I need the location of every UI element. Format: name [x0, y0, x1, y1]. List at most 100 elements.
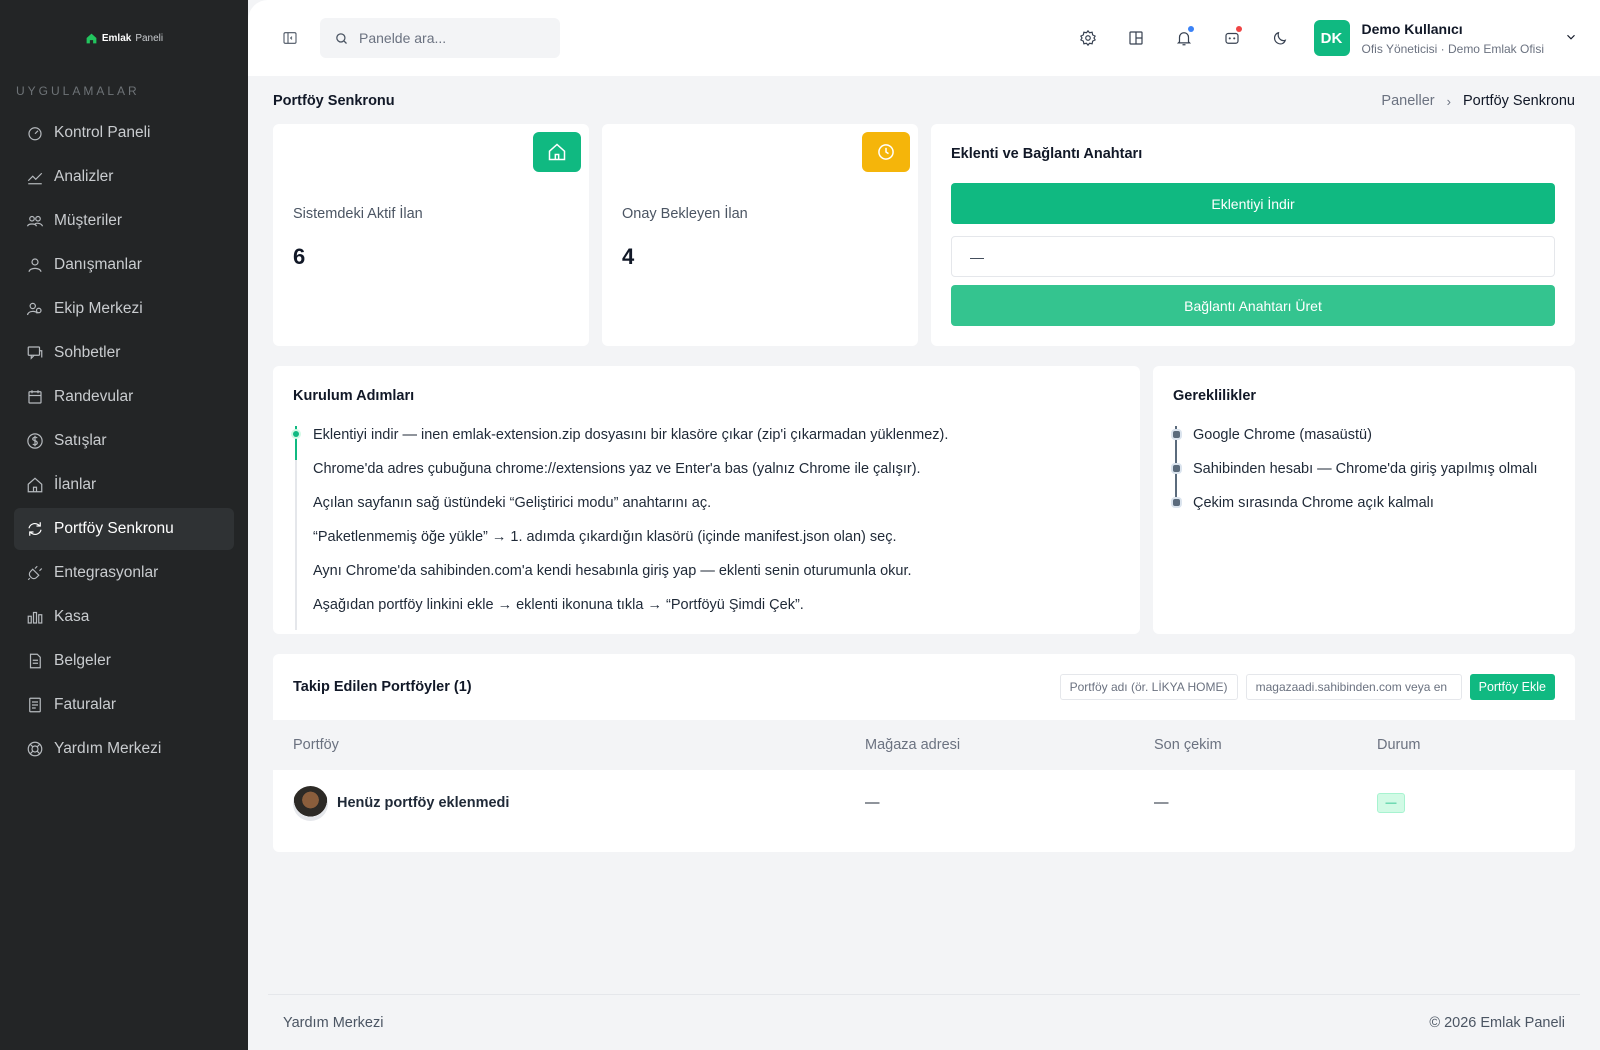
sidebar-item-entegrasyonlar[interactable]: Entegrasyonlar — [14, 552, 234, 594]
sidebar-item-label: Yardım Merkezi — [54, 740, 162, 757]
add-portfolio-form: Portföy Ekle — [1059, 674, 1555, 700]
brand-logo[interactable]: Emlak Paneli — [0, 0, 248, 76]
calendar-icon — [26, 388, 44, 406]
list-item: Sahibinden hesabı — Chrome'da giriş yapı… — [1173, 460, 1555, 494]
clock-icon — [878, 144, 894, 160]
portfolio-name: Henüz portföy eklenmedi — [337, 795, 510, 811]
user-icon — [26, 256, 44, 274]
last-fetch-cell: — — [1154, 795, 1169, 811]
layout-icon — [1128, 31, 1143, 45]
sidebar-item-randevular[interactable]: Randevular — [14, 376, 234, 418]
status-badge: — — [1377, 793, 1405, 813]
list-item: Aynı Chrome'da sahibinden.com'a kendi he… — [293, 562, 1120, 596]
sidebar-item-analizler[interactable]: Analizler — [14, 156, 234, 198]
requirements-card: Gereklilikler Google Chrome (masaüstü) S… — [1153, 366, 1575, 634]
chevron-right-icon: › — [1446, 93, 1451, 109]
stat-value: 6 — [293, 244, 306, 269]
search-input[interactable] — [359, 30, 539, 46]
dashboard-icon — [26, 124, 44, 142]
sidebar-item-satislar[interactable]: Satışlar — [14, 420, 234, 462]
search-icon — [336, 32, 347, 44]
stat-badge — [533, 132, 581, 172]
top-actions: DK Demo Kullanıcı Ofis Yöneticisi · Demo… — [1064, 18, 1579, 58]
requirement-text: Çekim sırasında Chrome açık kalmalı — [1193, 495, 1434, 511]
sidebar: Emlak Paneli UYGULAMALAR Kontrol Paneli … — [0, 0, 248, 1050]
timeline-marker — [293, 528, 299, 562]
connection-key-field[interactable]: — — [951, 236, 1555, 277]
sidebar-item-musteriler[interactable]: Müşteriler — [14, 200, 234, 242]
column-header-status[interactable]: Durum — [1377, 720, 1575, 770]
topbar: DK Demo Kullanıcı Ofis Yöneticisi · Demo… — [248, 0, 1600, 76]
setup-steps-list: Eklentiyi indir — inen emlak-extension.z… — [293, 426, 1120, 630]
portfolios-title: Takip Edilen Portföyler (1) — [293, 679, 472, 695]
sidebar-item-yardim-merkezi[interactable]: Yardım Merkezi — [14, 728, 234, 770]
sidebar-item-label: Randevular — [54, 388, 134, 405]
footer-help-link[interactable]: Yardım Merkezi — [283, 1015, 383, 1031]
status-cell: — — [1377, 770, 1575, 836]
user-avatar: DK — [1313, 20, 1350, 56]
lifebuoy-icon — [26, 740, 44, 758]
sidebar-item-sohbetler[interactable]: Sohbetler — [14, 332, 234, 374]
sidebar-item-ekip-merkezi[interactable]: Ekip Merkezi — [14, 288, 234, 330]
sidebar-item-label: Satışlar — [54, 432, 107, 449]
dark-mode-button[interactable] — [1256, 18, 1304, 58]
step-text: Chrome'da adres çubuğuna chrome://extens… — [313, 461, 921, 477]
table-row[interactable]: Henüz portföy eklenmedi — — — — [273, 770, 1575, 836]
main-area: DK Demo Kullanıcı Ofis Yöneticisi · Demo… — [248, 0, 1600, 1050]
dollar-icon — [26, 432, 44, 450]
portfolios-table: Portföy Mağaza adresi Son çekim Durum He… — [273, 720, 1575, 836]
sidebar-item-ilanlar[interactable]: İlanlar — [14, 464, 234, 506]
user-menu[interactable]: DK Demo Kullanıcı Ofis Yöneticisi · Demo… — [1313, 20, 1579, 56]
list-item: Çekim sırasında Chrome açık kalmalı — [1173, 494, 1555, 528]
timeline-marker — [293, 426, 299, 460]
page-content: Portföy Senkronu Paneller › Portföy Senk… — [248, 76, 1600, 852]
generate-key-button[interactable]: Bağlantı Anahtarı Üret — [951, 285, 1555, 326]
sidebar-section-title: UYGULAMALAR — [16, 84, 140, 98]
layout-button[interactable] — [1112, 18, 1160, 58]
column-header-store[interactable]: Mağaza adresi — [865, 720, 1154, 770]
stat-card-pending-listings: Onay Bekleyen İlan 4 — [602, 124, 918, 346]
settings-button[interactable] — [1064, 18, 1112, 58]
portfolio-name-input[interactable] — [1059, 674, 1238, 700]
list-item: Chrome'da adres çubuğuna chrome://extens… — [293, 460, 1120, 494]
sidebar-item-faturalar[interactable]: Faturalar — [14, 684, 234, 726]
sidebar-item-label: Portföy Senkronu — [54, 520, 174, 537]
sidebar-item-label: Kasa — [54, 608, 90, 625]
sidebar-item-danismanlar[interactable]: Danışmanlar — [14, 244, 234, 286]
add-portfolio-button[interactable]: Portföy Ekle — [1469, 674, 1555, 700]
sidebar-item-label: Faturalar — [54, 696, 117, 713]
user-role: Ofis Yöneticisi · Demo Emlak Ofisi — [1361, 41, 1545, 56]
sidebar-item-kasa[interactable]: Kasa — [14, 596, 234, 638]
sidebar-item-label: Danışmanlar — [54, 256, 142, 273]
breadcrumb-link-paneller[interactable]: Paneller — [1381, 93, 1434, 109]
sidebar-item-portfoy-senkronu[interactable]: Portföy Senkronu — [14, 508, 234, 550]
stat-value: 4 — [622, 244, 635, 269]
sidebar-toggle-button[interactable] — [280, 28, 300, 48]
message-dot — [1235, 26, 1242, 32]
column-header-portfoy[interactable]: Portföy — [273, 720, 865, 770]
download-extension-button[interactable]: Eklentiyi İndir — [951, 183, 1555, 224]
footer: Yardım Merkezi © 2026 Emlak Paneli — [268, 994, 1580, 1050]
messages-button[interactable] — [1208, 18, 1256, 58]
middle-cards-row: Kurulum Adımları Eklentiyi indir — inen … — [273, 366, 1575, 634]
list-item: “Paketlenmemiş öğe yükle” → 1. adımda çı… — [293, 528, 1120, 562]
notifications-button[interactable] — [1160, 18, 1208, 58]
setup-steps-title: Kurulum Adımları — [293, 388, 415, 404]
sync-icon — [26, 520, 44, 538]
store-url-input[interactable] — [1245, 674, 1462, 700]
timeline-marker — [1173, 460, 1180, 494]
timeline-marker — [1173, 426, 1180, 460]
search-box[interactable] — [320, 18, 560, 58]
sidebar-item-label: Kontrol Paneli — [54, 124, 151, 141]
moon-icon — [1273, 31, 1286, 45]
footer-copyright: © 2026 Emlak Paneli — [1429, 1014, 1565, 1031]
column-header-last-fetch[interactable]: Son çekim — [1154, 720, 1377, 770]
gear-icon — [1079, 29, 1096, 47]
sidebar-item-kontrol-paneli[interactable]: Kontrol Paneli — [14, 112, 234, 154]
home-icon — [26, 476, 44, 494]
sidebar-item-belgeler[interactable]: Belgeler — [14, 640, 234, 682]
chat-icon — [26, 344, 44, 362]
sidebar-item-label: Belgeler — [54, 652, 111, 669]
breadcrumb-current: Portföy Senkronu — [1462, 93, 1575, 109]
home-icon — [548, 143, 566, 161]
